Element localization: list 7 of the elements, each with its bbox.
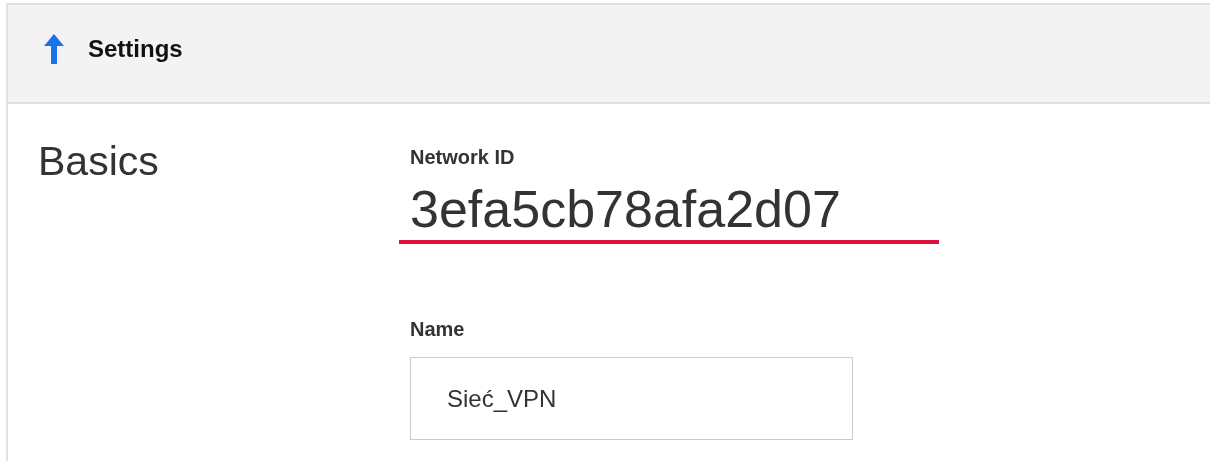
network-id-value: 3efa5cb78afa2d07: [410, 181, 841, 239]
header-title: Settings: [88, 34, 183, 63]
field-label: Network ID: [410, 146, 515, 169]
input-field[interactable]: Sieć_VPN: [410, 357, 853, 441]
up-arrow-icon[interactable]: [44, 33, 64, 64]
field-label: Name: [410, 318, 465, 342]
section-title: Basics: [38, 138, 159, 184]
